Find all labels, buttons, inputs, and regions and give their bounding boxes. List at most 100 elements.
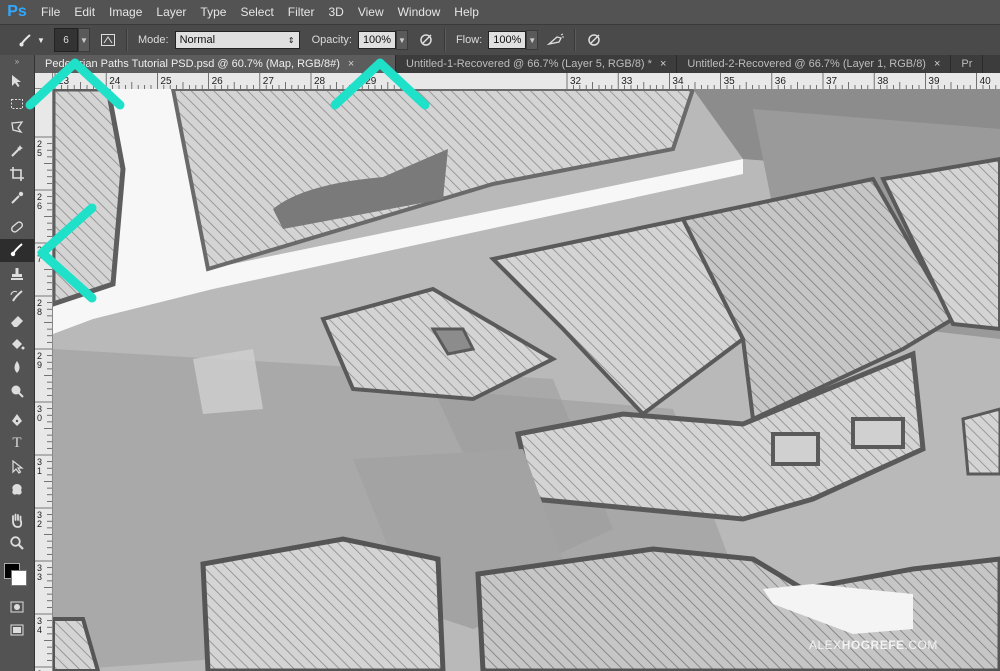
path-selection-tool-icon[interactable]	[0, 455, 34, 478]
color-swatches[interactable]	[0, 559, 34, 589]
quick-mask-icon[interactable]	[0, 595, 34, 618]
map-building	[475, 546, 1000, 671]
tab-document-2[interactable]: Untitled-1-Recovered @ 66.7% (Layer 5, R…	[396, 55, 678, 73]
close-icon[interactable]: ×	[934, 58, 940, 70]
hand-tool-icon[interactable]	[0, 508, 34, 531]
magic-wand-tool-icon[interactable]	[0, 139, 34, 162]
tab-document-3[interactable]: Untitled-2-Recovered @ 66.7% (Layer 1, R…	[677, 55, 952, 73]
menu-3d[interactable]: 3D	[321, 0, 350, 24]
ruler-label: 2	[37, 519, 42, 529]
tab-document-1[interactable]: Pedestrian Paths Tutorial PSD.psd @ 60.7…	[35, 55, 396, 73]
eraser-tool-icon[interactable]	[0, 309, 34, 332]
ruler-label: 25	[160, 76, 172, 87]
flow-value: 100%	[493, 34, 522, 46]
watermark: ALEXHOGREFE.COM	[809, 638, 938, 652]
history-brush-tool-icon[interactable]	[0, 286, 34, 309]
vertical-ruler-ticks: 2526272829303132333435	[35, 136, 52, 671]
opacity-dropdown-icon[interactable]: ▼	[395, 30, 408, 50]
move-tool-icon[interactable]	[0, 69, 34, 92]
ruler-label: 7	[37, 254, 42, 264]
type-tool-icon[interactable]: T	[0, 432, 34, 455]
lasso-tool-icon[interactable]	[0, 116, 34, 139]
brush-tool-icon[interactable]	[0, 238, 34, 263]
flow-dropdown-icon[interactable]: ▼	[526, 30, 539, 50]
menu-view[interactable]: View	[351, 0, 391, 24]
pressure-opacity-icon[interactable]	[416, 30, 436, 50]
menu-file[interactable]: File	[34, 0, 67, 24]
dodge-tool-icon[interactable]	[0, 379, 34, 402]
brush-preset-icon[interactable]	[16, 30, 36, 50]
flow-label: Flow:	[455, 34, 483, 46]
ruler-label: 24	[109, 76, 121, 87]
opacity-value: 100%	[362, 34, 392, 46]
ruler-label: 27	[263, 76, 275, 87]
menu-bar: Ps File Edit Image Layer Type Select Fil…	[0, 0, 1000, 24]
clone-stamp-tool-icon[interactable]	[0, 262, 34, 285]
blur-tool-icon[interactable]	[0, 356, 34, 379]
map-building	[53, 89, 126, 307]
menu-window[interactable]: Window	[391, 0, 448, 24]
document-canvas[interactable]	[53, 89, 1000, 671]
ruler-label: 9	[37, 360, 42, 370]
close-icon[interactable]: ×	[348, 58, 354, 70]
tab-document-2-label: Untitled-1-Recovered @ 66.7% (Layer 5, R…	[406, 58, 652, 70]
map-building	[961, 407, 1000, 476]
ruler-label: 26	[212, 76, 224, 87]
horizontal-ruler[interactable]: 23 24 25 26 27 28 29 32 33 34 35 36 37 38 39 40	[53, 73, 1000, 90]
ruler-label: 8	[37, 307, 42, 317]
ruler-label: 35	[724, 76, 736, 87]
ruler-origin[interactable]	[35, 73, 53, 89]
screen-mode-icon[interactable]	[0, 618, 34, 641]
ruler-label: 38	[877, 76, 889, 87]
menu-image[interactable]: Image	[102, 0, 149, 24]
menu-filter[interactable]: Filter	[281, 0, 322, 24]
ruler-label: 4	[37, 625, 42, 635]
ruler-label: 32	[570, 76, 582, 87]
ruler-label: 5	[37, 148, 42, 158]
brush-panel-toggle-icon[interactable]	[98, 30, 118, 50]
brush-size-value: 6	[63, 34, 69, 46]
tools-panel: » T	[0, 55, 35, 671]
brush-preset-dropdown-icon[interactable]: ▼	[36, 30, 46, 50]
close-icon[interactable]: ×	[660, 58, 666, 70]
brush-size-dropdown-icon[interactable]: ▼	[78, 28, 90, 52]
opacity-input[interactable]: 100%	[357, 31, 396, 49]
brush-size-picker[interactable]: 6	[54, 28, 78, 52]
marquee-tool-icon[interactable]	[0, 92, 34, 115]
airbrush-icon[interactable]	[546, 30, 566, 50]
background-color-swatch[interactable]	[11, 569, 27, 586]
menu-select[interactable]: Select	[233, 0, 280, 24]
watermark-prefix: ALEX	[809, 638, 842, 652]
ruler-label: 33	[621, 76, 633, 87]
custom-shape-tool-icon[interactable]	[0, 479, 34, 502]
ruler-label: 0	[37, 413, 42, 423]
crop-tool-icon[interactable]	[0, 163, 34, 186]
menu-layer[interactable]: Layer	[149, 0, 193, 24]
horizontal-ruler-ticks: 23 24 25 26 27 28 29 32 33 34 35 36 37 38 39 40	[54, 73, 997, 89]
panel-collapse-icon[interactable]: »	[0, 55, 34, 69]
menu-type[interactable]: Type	[193, 0, 233, 24]
zoom-tool-icon[interactable]	[0, 531, 34, 554]
pen-tool-icon[interactable]	[0, 408, 34, 431]
ruler-label: 6	[37, 201, 42, 211]
paint-bucket-tool-icon[interactable]	[0, 332, 34, 355]
menu-help[interactable]: Help	[447, 0, 486, 24]
options-bar: ▼ 6 ▼ Mode: Normal ⇕ Opacity: 100% ▼ Flo…	[0, 24, 1000, 56]
pressure-size-icon[interactable]	[584, 30, 604, 50]
opacity-label: Opacity:	[311, 34, 352, 46]
tab-document-4[interactable]: Pr	[951, 55, 984, 73]
map-window	[771, 432, 820, 466]
healing-brush-tool-icon[interactable]	[0, 215, 34, 238]
flow-input[interactable]: 100%	[488, 31, 527, 49]
mode-value: Normal	[179, 34, 216, 46]
ruler-label: 34	[672, 76, 684, 87]
tab-document-3-label: Untitled-2-Recovered @ 66.7% (Layer 1, R…	[687, 58, 926, 70]
ruler-label: 28	[314, 76, 326, 87]
ruler-label: 40	[980, 76, 992, 87]
eyedropper-tool-icon[interactable]	[0, 186, 34, 209]
vertical-ruler[interactable]: 2526272829303132333435	[35, 89, 53, 671]
ruler-label: 3	[37, 572, 42, 582]
mode-select-arrow-icon: ⇕	[287, 35, 295, 45]
mode-select[interactable]: Normal ⇕	[174, 31, 300, 49]
menu-edit[interactable]: Edit	[67, 0, 102, 24]
